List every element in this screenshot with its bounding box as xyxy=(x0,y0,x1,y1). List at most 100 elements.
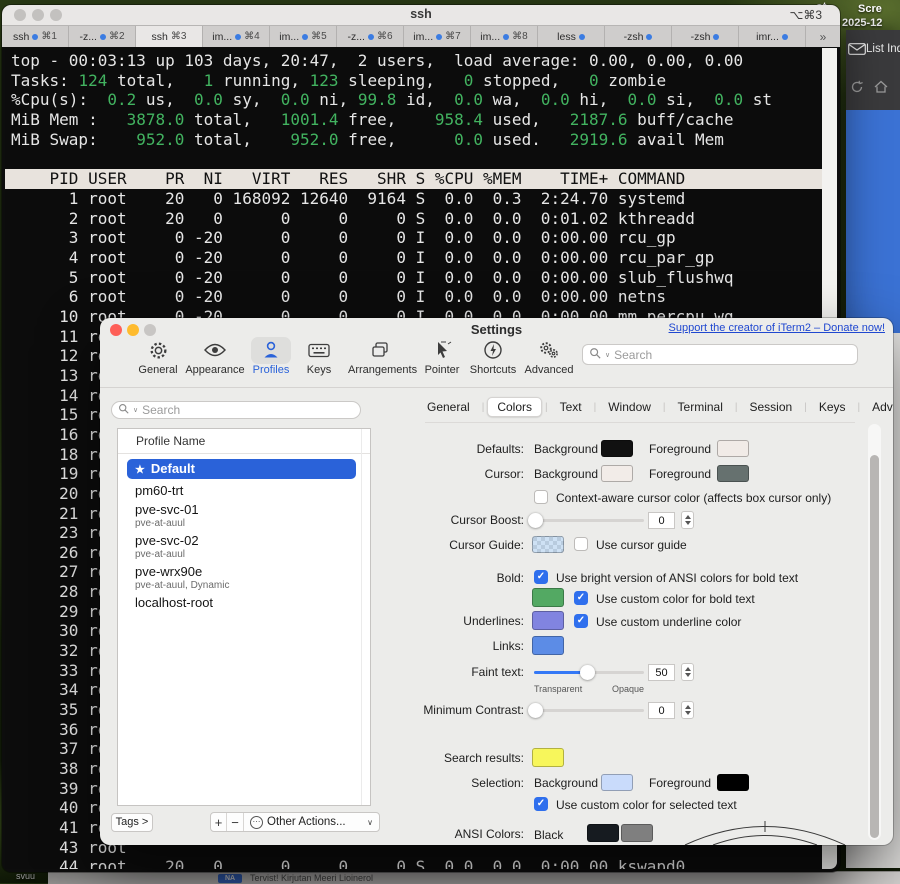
ellipsis-circle-icon: ⋯ xyxy=(250,816,263,829)
cursor-boost-value[interactable]: 0 xyxy=(648,512,675,529)
bold-color-swatch[interactable] xyxy=(532,588,564,607)
profile-tab-keys[interactable]: Keys xyxy=(810,398,855,416)
cursor-foreground-swatch[interactable] xyxy=(717,465,749,482)
profile-tab-general[interactable]: General xyxy=(418,398,479,416)
default-foreground-swatch[interactable] xyxy=(717,440,749,457)
context-aware-cursor-checkbox[interactable] xyxy=(534,490,548,504)
terminal-tab[interactable]: imr... xyxy=(739,26,806,47)
tab-overflow-button[interactable]: » xyxy=(806,26,840,47)
custom-underline-checkbox[interactable] xyxy=(574,614,588,628)
tab-activity-indicator xyxy=(579,34,585,40)
custom-bold-label: Use custom color for bold text xyxy=(596,592,755,606)
ansi-black-label: Black xyxy=(534,828,563,842)
cursor-boost-stepper[interactable] xyxy=(681,511,694,529)
profile-item[interactable]: pm60-trt xyxy=(118,481,360,500)
minimum-contrast-slider[interactable] xyxy=(534,709,644,712)
tab-divider: | xyxy=(855,402,864,413)
desktop-icon-label: svuu xyxy=(16,871,35,881)
add-profile-button[interactable]: + xyxy=(211,813,227,831)
toolbar-item-advanced[interactable]: Advanced xyxy=(517,338,581,376)
terminal-tab[interactable]: im...⌘4 xyxy=(203,26,270,47)
top-summary: top - 00:03:13 up 103 days, 20:47, 2 use… xyxy=(11,51,772,149)
tags-button[interactable]: Tags > xyxy=(111,813,153,832)
context-aware-cursor-label: Context-aware cursor color (affects box … xyxy=(556,491,831,505)
cursor-guide-swatch[interactable] xyxy=(532,536,564,553)
refresh-icon[interactable] xyxy=(850,80,864,99)
cursor-background-swatch[interactable] xyxy=(601,465,633,482)
cursor-boost-slider-thumb[interactable] xyxy=(528,513,543,528)
default-star-icon: ★ xyxy=(135,464,145,476)
profile-tab-advanced[interactable]: Advanced xyxy=(863,398,893,416)
bright-ansi-checkbox[interactable] xyxy=(534,570,548,584)
background-label: Background xyxy=(534,467,598,481)
cursor-boost-slider[interactable] xyxy=(534,519,644,522)
custom-bold-checkbox[interactable] xyxy=(574,591,588,605)
profile-tab-text[interactable]: Text xyxy=(551,398,591,416)
terminal-tab[interactable]: im...⌘5 xyxy=(270,26,337,47)
profile-tab-colors[interactable]: Colors xyxy=(487,397,542,417)
ansi-black-swatch[interactable] xyxy=(587,824,619,842)
remove-profile-button[interactable]: − xyxy=(227,813,244,831)
mail-icon[interactable] xyxy=(848,42,866,60)
selection-foreground-swatch[interactable] xyxy=(717,774,749,791)
terminal-tab[interactable]: -zsh xyxy=(672,26,739,47)
toolbar-item-arrangements[interactable]: Arrangements xyxy=(348,338,412,376)
faint-text-value[interactable]: 50 xyxy=(648,664,675,681)
link-color-swatch[interactable] xyxy=(532,636,564,655)
tab-activity-indicator xyxy=(503,34,509,40)
use-cursor-guide-checkbox[interactable] xyxy=(574,537,588,551)
profile-tab-terminal[interactable]: Terminal xyxy=(669,398,732,416)
profile-section-tabs: General|Colors|Text|Window|Terminal|Sess… xyxy=(418,397,893,417)
profile-tab-session[interactable]: Session xyxy=(741,398,802,416)
default-background-swatch[interactable] xyxy=(601,440,633,457)
toolbar-item-shortcuts[interactable]: Shortcuts xyxy=(461,338,525,376)
terminal-titlebar[interactable]: ssh ⌥⌘3 xyxy=(2,5,840,25)
minimum-contrast-label: Minimum Contrast: xyxy=(324,703,524,717)
terminal-tab[interactable]: less xyxy=(538,26,605,47)
faint-text-slider-thumb[interactable] xyxy=(580,665,595,680)
search-results-swatch[interactable] xyxy=(532,748,564,767)
terminal-tab[interactable]: ssh⌘3 xyxy=(136,26,203,47)
bold-label: Bold: xyxy=(324,571,524,585)
toolbar-item-general[interactable]: General xyxy=(126,338,190,376)
search-placeholder: Search xyxy=(614,348,652,362)
profile-tab-window[interactable]: Window xyxy=(599,398,660,416)
profile-item[interactable]: ★Default xyxy=(127,459,356,479)
minimum-contrast-stepper[interactable] xyxy=(681,701,694,719)
search-placeholder: Search xyxy=(142,403,180,417)
custom-selected-text-checkbox[interactable] xyxy=(534,797,548,811)
home-icon[interactable] xyxy=(874,80,888,98)
donate-link[interactable]: Support the creator of iTerm2 – Donate n… xyxy=(669,322,885,334)
tab-activity-indicator xyxy=(235,34,241,40)
bright-ansi-label: Use bright version of ANSI colors for bo… xyxy=(556,571,798,585)
keyboard-icon xyxy=(287,338,351,362)
toolbar-item-appearance[interactable]: Appearance xyxy=(183,338,247,376)
settings-scrollbar-thumb[interactable] xyxy=(870,455,879,838)
tab-divider: | xyxy=(801,402,810,413)
faint-text-label: Faint text: xyxy=(324,665,524,679)
ansi-bright-black-swatch[interactable] xyxy=(621,824,653,842)
minimum-contrast-value[interactable]: 0 xyxy=(648,702,675,719)
color-wheel-partial[interactable] xyxy=(675,814,855,845)
settings-search-input[interactable]: ∨ Search xyxy=(582,344,858,365)
foreground-label: Foreground xyxy=(649,442,711,456)
faint-text-stepper[interactable] xyxy=(681,663,694,681)
terminal-tab[interactable]: im...⌘7 xyxy=(404,26,471,47)
minimum-contrast-slider-thumb[interactable] xyxy=(528,703,543,718)
profile-search-input[interactable]: ∨ Search xyxy=(111,401,361,419)
desktop-icon-label: Scre xyxy=(858,3,882,15)
settings-window: Settings Support the creator of iTerm2 –… xyxy=(100,318,893,845)
terminal-tab[interactable]: im...⌘8 xyxy=(471,26,538,47)
terminal-tab[interactable]: -zsh xyxy=(605,26,672,47)
custom-underline-label: Use custom underline color xyxy=(596,615,741,629)
profile-name-column-header[interactable]: Profile Name xyxy=(136,434,205,448)
terminal-tab[interactable]: -z...⌘2 xyxy=(69,26,136,47)
profile-item[interactable]: localhost-root xyxy=(118,593,360,612)
underline-color-swatch[interactable] xyxy=(532,611,564,630)
cursor-boost-label: Cursor Boost: xyxy=(324,513,524,527)
terminal-tab[interactable]: -z...⌘6 xyxy=(337,26,404,47)
toolbar-item-keys[interactable]: Keys xyxy=(287,338,351,376)
selection-background-swatch[interactable] xyxy=(601,774,633,791)
terminal-tab[interactable]: ssh⌘1 xyxy=(2,26,69,47)
cursor-guide-label: Cursor Guide: xyxy=(324,538,524,552)
